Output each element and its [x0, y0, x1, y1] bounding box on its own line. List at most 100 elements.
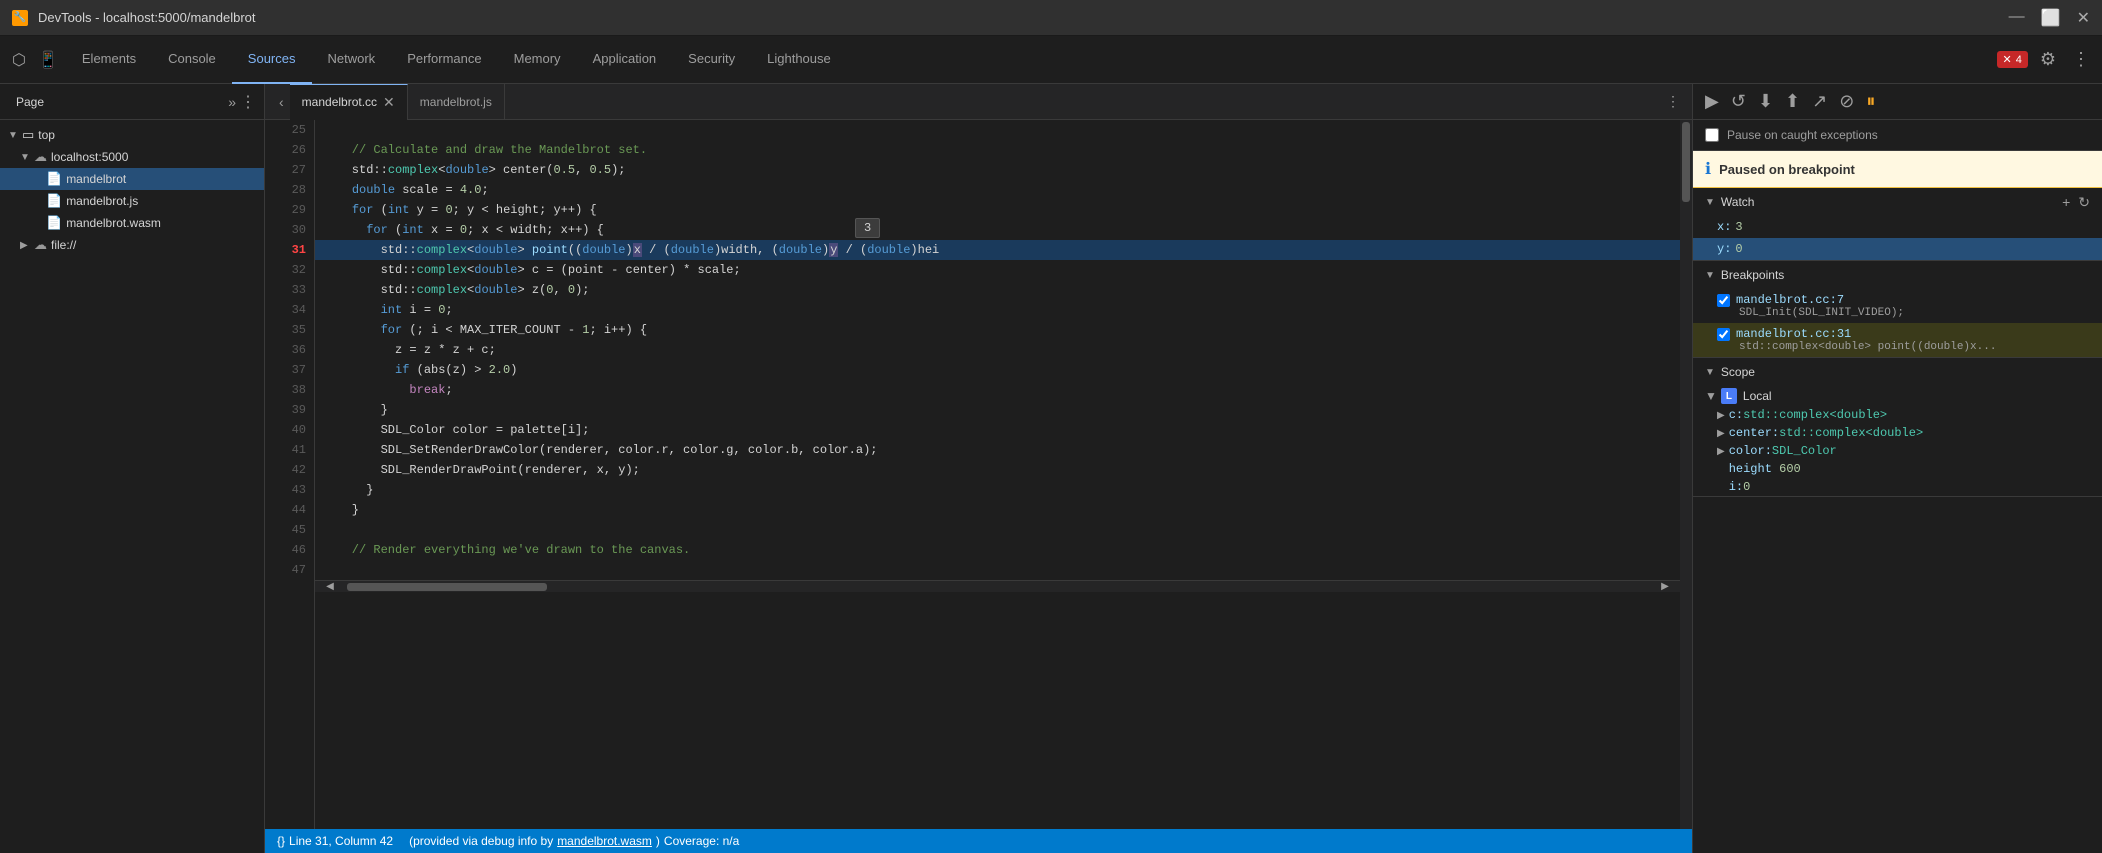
step-over-button[interactable]: ↺	[1727, 89, 1750, 114]
tree-label-file: file://	[51, 238, 76, 252]
inspect-icon[interactable]: ⬡	[8, 46, 30, 74]
sidebar-options-button[interactable]: ⋮	[240, 92, 256, 112]
tab-security[interactable]: Security	[672, 36, 751, 84]
editor-nav-back[interactable]: ‹	[273, 90, 290, 114]
code-area: 25 26 27 28 29 30 31 32 33 34 35 36 37 3…	[265, 120, 1692, 829]
scope-local-header[interactable]: ▼ L Local	[1693, 386, 2102, 406]
scope-c-arrow: ▶	[1717, 410, 1725, 421]
editor-tab-mandelbrot-js[interactable]: mandelbrot.js	[408, 84, 505, 120]
watch-add-button[interactable]: +	[2062, 194, 2070, 211]
tab-memory[interactable]: Memory	[498, 36, 577, 84]
scroll-left-button[interactable]: ◀	[315, 581, 345, 592]
tab-sources[interactable]: Sources	[232, 36, 312, 84]
breakpoint-2-checkbox[interactable]	[1717, 328, 1730, 341]
tab-application[interactable]: Application	[577, 36, 673, 84]
watch-refresh-button[interactable]: ↻	[2078, 194, 2090, 211]
horizontal-scroll-thumb[interactable]	[347, 583, 547, 591]
close-button[interactable]: ✕	[2077, 8, 2090, 28]
code-line-30: for (int x = 0; x < width; x++) {	[315, 220, 1680, 240]
breakpoint-2-file: mandelbrot.cc:31	[1736, 327, 1851, 341]
editor-tab-mandelbrot-cc[interactable]: mandelbrot.cc ✕	[290, 84, 408, 120]
tab-performance[interactable]: Performance	[391, 36, 497, 84]
scope-height-name: height	[1729, 462, 1772, 476]
watch-section: ▼ Watch + ↻ x: 3 y: 0	[1693, 188, 2102, 261]
tab-close-mandelbrot-cc[interactable]: ✕	[383, 94, 395, 111]
paused-text: Paused on breakpoint	[1719, 162, 1855, 177]
line-num-28: 28	[265, 180, 314, 200]
code-line-44: }	[315, 500, 1680, 520]
step-button[interactable]: ↗	[1808, 89, 1831, 114]
top-nav: ⬡ 📱 Elements Console Sources Network Per…	[0, 36, 2102, 84]
breakpoint-1-checkbox[interactable]	[1717, 294, 1730, 307]
code-line-33: std::complex<double> z(0, 0);	[315, 280, 1680, 300]
scope-center-type: std::complex<double>	[1779, 426, 1923, 440]
vertical-scroll-thumb[interactable]	[1682, 122, 1690, 202]
minimize-button[interactable]: —	[2009, 8, 2025, 28]
tree-item-localhost[interactable]: ▼ ☁ localhost:5000	[0, 146, 264, 168]
sidebar-header: Page » ⋮	[0, 84, 264, 120]
code-content[interactable]: // Calculate and draw the Mandelbrot set…	[315, 120, 1680, 829]
breakpoint-2-code: std::complex<double> point((double)x...	[1717, 341, 2090, 353]
breakpoint-item-2-header: mandelbrot.cc:31	[1717, 327, 2090, 341]
line-num-31[interactable]: 31	[265, 240, 314, 260]
format-button[interactable]: {} Line 31, Column 42	[277, 834, 393, 848]
deactivate-button[interactable]: ⊘	[1835, 89, 1858, 114]
tree-label-top: top	[38, 128, 55, 142]
editor-search-button[interactable]: ⋮	[1662, 89, 1684, 114]
code-line-28: double scale = 4.0;	[315, 180, 1680, 200]
tab-console[interactable]: Console	[152, 36, 232, 84]
line-num-27: 27	[265, 160, 314, 180]
more-button[interactable]: ⋮	[2068, 45, 2094, 74]
status-wasm-file[interactable]: mandelbrot.wasm	[557, 834, 652, 848]
code-line-34: int i = 0;	[315, 300, 1680, 320]
sidebar-more-button[interactable]: »	[228, 94, 236, 110]
breakpoints-section-header[interactable]: ▼ Breakpoints	[1693, 261, 2102, 289]
watch-y-value: 0	[1735, 242, 1742, 256]
debug-toolbar: ▶ ↺ ⬇ ⬆ ↗ ⊘ ⏸	[1693, 84, 2102, 120]
vertical-scrollbar[interactable]	[1680, 120, 1692, 829]
code-line-41: SDL_SetRenderDrawColor(renderer, color.r…	[315, 440, 1680, 460]
window-controls: — ⬜ ✕	[2009, 8, 2090, 28]
tree-item-mandelbrot-cc[interactable]: ▶ 📄 mandelbrot	[0, 168, 264, 190]
error-badge[interactable]: ✕ 4	[1997, 51, 2028, 68]
pause-button[interactable]: ⏸	[1862, 89, 1879, 114]
editor-area: ‹ mandelbrot.cc ✕ mandelbrot.js ⋮ 25 26 …	[265, 84, 1692, 853]
maximize-button[interactable]: ⬜	[2041, 8, 2061, 28]
sidebar-tab-page[interactable]: Page	[8, 95, 52, 109]
code-line-36: z = z * z + c;	[315, 340, 1680, 360]
settings-button[interactable]: ⚙	[2036, 45, 2060, 74]
device-icon[interactable]: 📱	[34, 46, 62, 74]
code-line-25	[315, 120, 1680, 140]
tab-elements[interactable]: Elements	[66, 36, 152, 84]
resume-button[interactable]: ▶	[1701, 89, 1723, 114]
watch-item-x: x: 3	[1693, 216, 2102, 238]
watch-x-value: 3	[1735, 220, 1742, 234]
pause-exceptions-checkbox[interactable]	[1705, 128, 1719, 142]
watch-section-header[interactable]: ▼ Watch + ↻	[1693, 188, 2102, 216]
pause-exceptions-label: Pause on caught exceptions	[1727, 128, 1878, 142]
folder-icon: ▭	[22, 127, 34, 143]
line-num-42: 42	[265, 460, 314, 480]
step-out-button[interactable]: ⬆	[1781, 89, 1804, 114]
scope-i: ▶ i: 0	[1693, 478, 2102, 496]
file-tree: ▼ ▭ top ▼ ☁ localhost:5000 ▶ 📄 mandelbro…	[0, 120, 264, 853]
step-into-button[interactable]: ⬇	[1754, 89, 1777, 114]
tree-item-file[interactable]: ▶ ☁ file://	[0, 234, 264, 256]
scope-color-name: color:	[1729, 444, 1772, 458]
tab-network[interactable]: Network	[312, 36, 392, 84]
line-num-38: 38	[265, 380, 314, 400]
line-num-32: 32	[265, 260, 314, 280]
scroll-right-button[interactable]: ▶	[1650, 581, 1680, 592]
watch-actions: + ↻	[2062, 194, 2090, 211]
breakpoint-1-code: SDL_Init(SDL_INIT_VIDEO);	[1717, 307, 2090, 319]
horizontal-scrollbar[interactable]: ◀ ▶	[315, 580, 1680, 592]
tree-item-top[interactable]: ▼ ▭ top	[0, 124, 264, 146]
tab-lighthouse[interactable]: Lighthouse	[751, 36, 847, 84]
editor-tabs: ‹ mandelbrot.cc ✕ mandelbrot.js ⋮	[265, 84, 1692, 120]
line-num-36: 36	[265, 340, 314, 360]
scope-color-type: SDL_Color	[1772, 444, 1837, 458]
tree-item-mandelbrot-js[interactable]: ▶ 📄 mandelbrot.js	[0, 190, 264, 212]
scope-section-header[interactable]: ▼ Scope	[1693, 358, 2102, 386]
tree-item-mandelbrot-wasm[interactable]: ▶ 📄 mandelbrot.wasm	[0, 212, 264, 234]
breakpoint-tooltip: 3	[855, 218, 880, 238]
